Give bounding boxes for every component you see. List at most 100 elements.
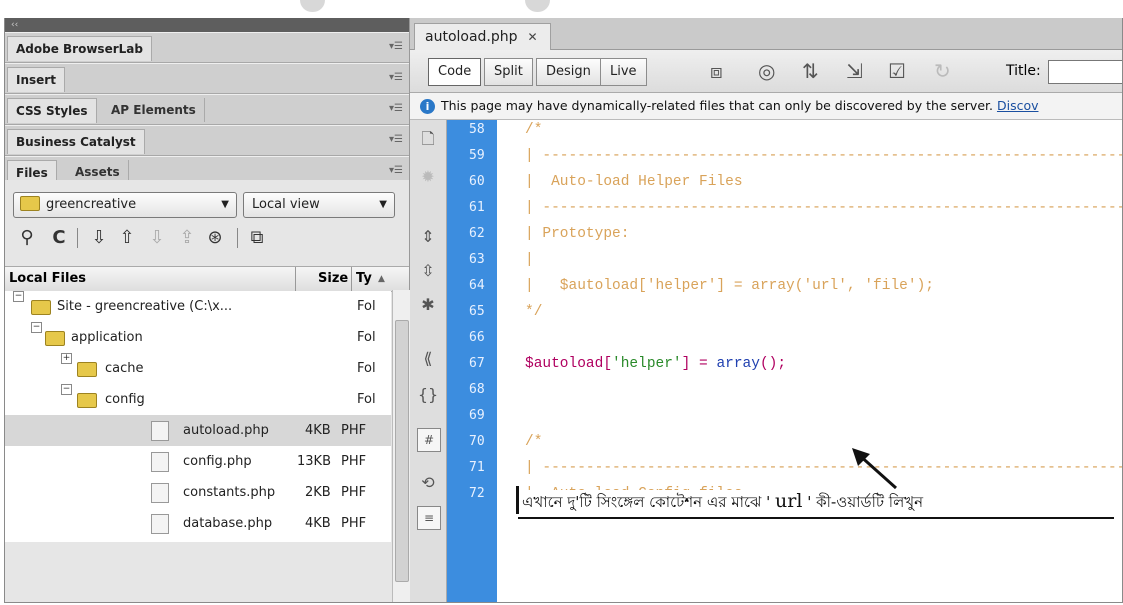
line-number: 64 — [469, 278, 485, 293]
preview-browser-icon[interactable]: ◎ — [758, 58, 775, 84]
visual-aids-icon[interactable]: ☑ — [888, 58, 906, 84]
collapse-full-tag-icon[interactable]: ⇕ — [415, 224, 441, 250]
tab-css-styles[interactable]: CSS Styles — [7, 98, 97, 123]
balance-braces-icon[interactable]: {} — [415, 382, 441, 408]
php-operator: ] = — [681, 356, 717, 372]
refresh-design-icon[interactable]: ↻ — [934, 58, 951, 84]
files-panel-body: greencreative ▼ Local view ▼ ⚲ C ⇩ ⇧ ⇩ ⇪… — [5, 180, 410, 602]
code-view-button[interactable]: Code — [428, 58, 482, 86]
col-size[interactable]: Size — [318, 267, 348, 291]
row-size: 4KB — [305, 516, 331, 531]
get-files-icon[interactable]: ⇩ — [89, 226, 109, 250]
col-type[interactable]: Ty — [356, 267, 372, 291]
tab-insert[interactable]: Insert — [7, 67, 65, 92]
coding-toolbar: 🗋 ✹ ⇕ ⇳ ✱ ⟪ {} # ⟲ ≡ — [410, 120, 447, 602]
connect-icon[interactable]: ⚲ — [17, 226, 37, 250]
expand-icon[interactable]: + — [61, 353, 72, 364]
files-scrollbar[interactable] — [392, 290, 410, 602]
site-select[interactable]: greencreative ▼ — [13, 192, 237, 218]
collapse-panels-icon[interactable]: ‹‹ — [5, 18, 409, 32]
row-label: application — [71, 330, 143, 345]
title-input[interactable] — [1048, 60, 1122, 84]
code-editor[interactable]: /* | -----------------------------------… — [500, 120, 1122, 602]
code-line: | $autoload['helper'] = array('url', 'fi… — [525, 278, 934, 294]
info-icon: i — [420, 99, 435, 114]
row-size: 2KB — [305, 485, 331, 500]
folder-icon — [77, 393, 97, 408]
table-row[interactable]: database.php 4KB PHF — [5, 508, 391, 539]
annotation-note: এখানে দু'টি সিংঙ্গেল কোটেশন এর মাঝে ' ur… — [520, 490, 926, 516]
line-number-gutter: 58 59 60 61 62 63 64 65 66 67 68 69 70 7… — [447, 120, 497, 602]
live-view-button[interactable]: Live — [600, 58, 647, 86]
row-type: Fol — [357, 392, 376, 407]
highlight-invalid-code-icon[interactable]: ⟲ — [415, 470, 441, 496]
line-number: 59 — [469, 148, 485, 163]
scrollbar-thumb[interactable] — [395, 320, 409, 582]
check-in-icon[interactable]: ⇪ — [177, 226, 197, 250]
show-code-navigator-icon[interactable]: ✹ — [415, 164, 441, 190]
row-label: autoload.php — [183, 423, 269, 438]
panel-menu-icon[interactable]: ▾☰ — [389, 72, 403, 83]
tab-ap-elements[interactable]: AP Elements — [103, 98, 205, 122]
design-view-button[interactable]: Design — [536, 58, 601, 86]
close-icon[interactable]: ✕ — [528, 30, 538, 44]
collapse-selection-icon[interactable]: ⇳ — [415, 258, 441, 284]
annotation-url-keyword: url — [775, 490, 803, 512]
collapse-icon[interactable]: − — [13, 291, 24, 302]
check-out-icon[interactable]: ⇩ — [147, 226, 167, 250]
file-management-icon[interactable]: ⇅ — [802, 58, 819, 84]
code-line: */ — [525, 304, 543, 320]
collapse-icon[interactable]: − — [31, 322, 42, 333]
expand-all-icon[interactable]: ✱ — [415, 292, 441, 318]
panel-browserlab[interactable]: Adobe BrowserLab ▾☰ — [5, 32, 409, 63]
tab-adobe-browserlab[interactable]: Adobe BrowserLab — [7, 36, 152, 61]
put-files-icon[interactable]: ⇧ — [117, 226, 137, 250]
table-row[interactable]: − application Fol — [5, 322, 391, 353]
panel-business-catalyst[interactable]: Business Catalyst ▾☰ — [5, 125, 409, 156]
tab-autoload-php[interactable]: autoload.php ✕ — [414, 23, 551, 50]
split-view-button[interactable]: Split — [484, 58, 533, 86]
table-row[interactable]: constants.php 2KB PHF — [5, 477, 391, 508]
panel-menu-icon[interactable]: ▾☰ — [389, 165, 403, 176]
code-line: | --------------------------------------… — [525, 200, 1122, 216]
w3c-validation-icon[interactable]: ⇲ — [846, 58, 863, 84]
table-row[interactable]: − config Fol — [5, 384, 391, 415]
word-wrap-icon[interactable]: ≡ — [417, 506, 441, 530]
row-label: database.php — [183, 516, 273, 531]
row-type: Fol — [357, 299, 376, 314]
table-row[interactable]: − Site - greencreative (C:\x... Fol — [5, 291, 391, 322]
row-type: PHF — [341, 454, 367, 469]
expand-panel-icon[interactable]: ⧉ — [247, 226, 267, 250]
table-row-selected[interactable]: autoload.php 4KB PHF — [5, 415, 391, 446]
discover-link[interactable]: Discov — [997, 98, 1039, 113]
panel-insert[interactable]: Insert ▾☰ — [5, 63, 409, 94]
line-numbers-icon[interactable]: # — [417, 428, 441, 452]
panel-css[interactable]: CSS Styles AP Elements ▾☰ — [5, 94, 409, 125]
refresh-icon[interactable]: C — [49, 226, 69, 250]
php-file-icon — [151, 421, 169, 441]
tab-business-catalyst[interactable]: Business Catalyst — [7, 129, 145, 154]
folder-icon — [31, 300, 51, 315]
table-row[interactable]: config.php 13KB PHF — [5, 446, 391, 477]
code-line: /* — [525, 434, 543, 450]
panel-menu-icon[interactable]: ▾☰ — [389, 103, 403, 114]
top-edge — [0, 0, 1123, 18]
line-number: 62 — [469, 226, 485, 241]
view-select-value: Local view — [252, 197, 320, 212]
view-select[interactable]: Local view ▼ — [243, 192, 395, 218]
multiscreen-icon[interactable]: ⧈ — [710, 58, 723, 84]
select-parent-tag-icon[interactable]: ⟪ — [415, 346, 441, 372]
col-local-files[interactable]: Local Files — [9, 267, 86, 291]
panel-menu-icon[interactable]: ▾☰ — [389, 134, 403, 145]
sync-icon[interactable]: ⊛ — [205, 226, 225, 250]
row-type: PHF — [341, 485, 367, 500]
collapse-icon[interactable]: − — [61, 384, 72, 395]
row-size: 13KB — [297, 454, 331, 469]
line-number: 58 — [469, 122, 485, 137]
open-documents-icon[interactable]: 🗋 — [415, 126, 441, 152]
table-row[interactable]: + cache Fol — [5, 353, 391, 384]
php-var: $autoload[ — [525, 356, 613, 372]
panel-menu-icon[interactable]: ▾☰ — [389, 41, 403, 52]
title-label: Title: — [1006, 63, 1041, 79]
scroll-up-icon[interactable]: ▲ — [378, 267, 385, 291]
